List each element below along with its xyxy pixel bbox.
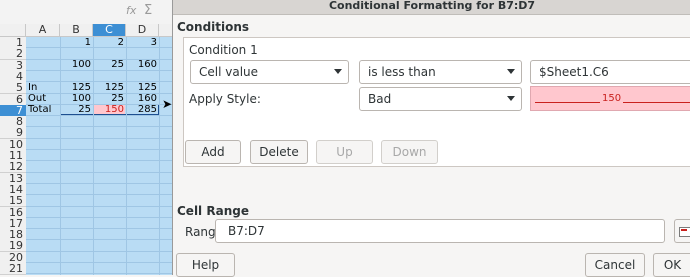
grid-row-line	[26, 216, 172, 218]
grid-row-line	[26, 262, 172, 263]
mouse-pointer-icon: ➤	[162, 97, 172, 111]
grid-row-line	[26, 81, 172, 83]
help-button[interactable]: Help	[176, 253, 235, 277]
grid-row-line	[26, 228, 172, 230]
condition-operator-dropdown[interactable]: is less than	[359, 60, 522, 84]
grid-row-line	[26, 103, 172, 105]
delete-button[interactable]: Delete	[250, 140, 308, 164]
add-button[interactable]: Add	[185, 140, 241, 164]
condition-value-input[interactable]: $Sheet1.C6	[530, 60, 690, 84]
dialog-titlebar[interactable]: Conditional Formatting for B7:D7	[173, 0, 690, 15]
chevron-down-icon	[334, 69, 342, 74]
cell-grid[interactable]: 1 2 3 100 25 160 In 125 125 125 Out 100 …	[26, 37, 172, 275]
grid-row-line	[26, 92, 172, 94]
row-header-21[interactable]: 21	[0, 263, 26, 275]
grid-column-line	[60, 37, 61, 275]
grid-row-line	[26, 115, 172, 117]
formula-toolbar: fx Σ	[0, 0, 172, 24]
apply-style-value: Bad	[368, 92, 392, 106]
grid-row-line	[26, 250, 172, 252]
grid-column-line	[159, 37, 160, 275]
grid-column-line	[126, 37, 127, 275]
column-header-c[interactable]: C	[93, 24, 126, 36]
grid-row-line	[26, 239, 172, 241]
column-headers: A B C D	[0, 24, 172, 37]
apply-style-dropdown[interactable]: Bad	[359, 87, 522, 111]
column-header-a[interactable]: A	[26, 24, 60, 36]
column-header-d[interactable]: D	[126, 24, 159, 36]
shrink-dialog-button[interactable]	[674, 219, 690, 243]
style-preview-text: 150	[600, 93, 624, 104]
grid-row-line	[26, 69, 172, 71]
condition-type-dropdown[interactable]: Cell value	[190, 60, 349, 84]
grid-row-line	[26, 205, 172, 207]
conditions-heading: Conditions	[177, 20, 250, 34]
range-input-value: B7:D7	[228, 224, 265, 238]
grid-row-line	[26, 149, 172, 150]
grid-row-line	[26, 47, 172, 49]
grid-row-line	[26, 126, 172, 128]
function-wizard-icon[interactable]: fx	[126, 4, 136, 17]
column-header-b[interactable]: B	[60, 24, 93, 36]
corner-select-all[interactable]	[0, 24, 26, 36]
grid-column-line	[93, 37, 94, 275]
grid-row-line	[26, 137, 172, 139]
cancel-button[interactable]: Cancel	[585, 253, 645, 277]
condition-type-value: Cell value	[199, 65, 259, 79]
chevron-down-icon	[507, 96, 515, 101]
condition-1-label: Condition 1	[189, 43, 258, 57]
grid-row-line	[26, 171, 172, 173]
dialog-title: Conditional Formatting for B7:D7	[328, 0, 536, 12]
grid-row-line	[26, 194, 172, 196]
shrink-icon	[679, 227, 690, 237]
condition-value-text: $Sheet1.C6	[539, 65, 609, 79]
range-input[interactable]: B7:D7	[215, 219, 665, 243]
cell-range-heading: Cell Range	[177, 204, 249, 218]
style-preview: 150	[530, 86, 690, 111]
condition-operator-value: is less than	[368, 65, 436, 79]
chevron-down-icon	[507, 69, 515, 74]
apply-style-label: Apply Style:	[189, 92, 261, 106]
grid-row-line	[26, 273, 172, 275]
grid-row-line	[26, 160, 172, 162]
spreadsheet-area: fx Σ A B C D 1 2 3 4 5 6 7 8 9 10 11 12 13 14 15 16 17 18…	[0, 0, 172, 275]
move-up-button[interactable]: Up	[316, 140, 373, 164]
conditional-formatting-dialog: Conditional Formatting for B7:D7 Conditi…	[172, 0, 690, 277]
sum-icon[interactable]: Σ	[144, 3, 152, 18]
move-down-button[interactable]: Down	[381, 140, 438, 164]
ok-button[interactable]: OK	[653, 253, 690, 277]
grid-row-line	[26, 182, 172, 184]
grid-row-line	[26, 58, 172, 60]
